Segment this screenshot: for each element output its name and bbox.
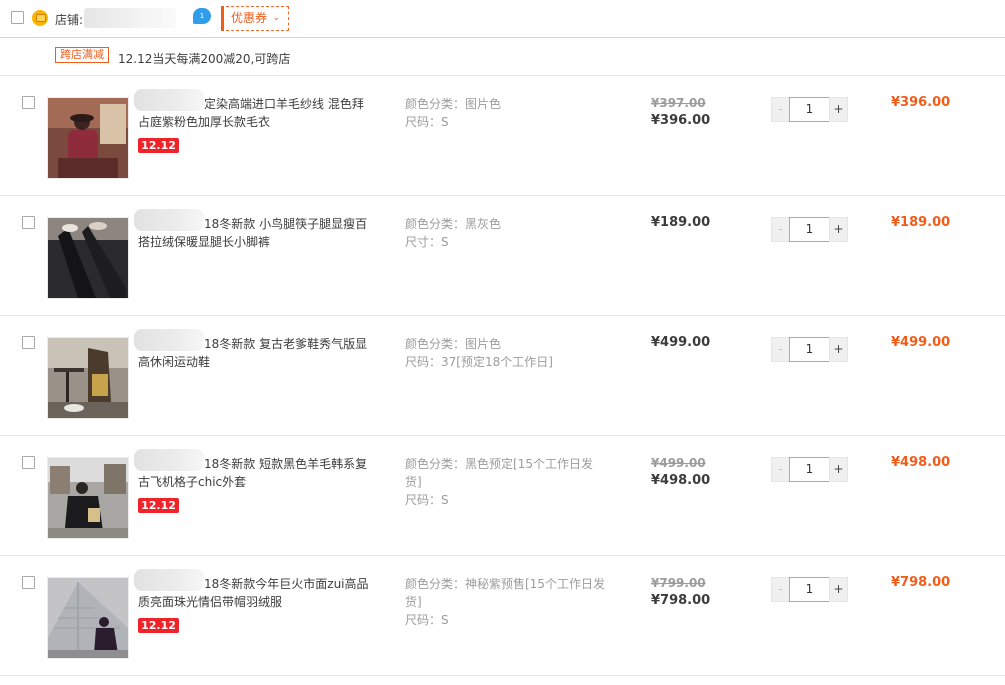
cart-item: 18冬新款今年巨火市面zui高品质亮面珠光情侣带帽羽绒服 12.12 颜色分类：… [0,556,1005,676]
product-image[interactable] [47,217,129,299]
quantity-input[interactable]: 1 [789,577,830,602]
unit-price: ¥499.00 [651,335,711,350]
quantity-stepper: - 1 + [771,217,848,242]
sku-color: 颜色分类：图片色 [405,97,502,111]
shop-icon [32,10,48,26]
product-title[interactable]: 18冬新款 小鸟腿筷子腿显瘦百搭拉绒保暖显腿长小脚裤 [138,215,370,251]
double12-badge: 12.12 [138,138,179,153]
item-checkbox[interactable] [22,96,35,109]
quantity-decrease-button[interactable]: - [771,577,790,602]
quantity-input[interactable]: 1 [789,97,830,122]
item-subtotal: ¥798.00 [891,575,951,590]
shop-name-link[interactable] [84,8,176,28]
product-title[interactable]: 定染高端进口羊毛纱线 混色拜占庭紫粉色加厚长款毛衣 [138,95,370,131]
item-subtotal: ¥499.00 [891,335,951,350]
sku-size: 尺寸：S [405,235,449,249]
shop-select-checkbox[interactable] [11,11,24,24]
quantity-input[interactable]: 1 [789,337,830,362]
quantity-increase-button[interactable]: + [829,577,848,602]
quantity-increase-button[interactable]: + [829,457,848,482]
cart-item: 18冬新款 短款黑色羊毛韩系复古飞机格子chic外套 12.12 颜色分类：黑色… [0,436,1005,556]
sku-color: 颜色分类：黑灰色 [405,217,502,231]
quantity-stepper: - 1 + [771,577,848,602]
sku-size: 尺码：37[预定18个工作日] [405,355,553,369]
unit-price: ¥798.00 [651,593,711,608]
item-checkbox[interactable] [22,216,35,229]
item-checkbox[interactable] [22,336,35,349]
unit-price: ¥189.00 [651,215,711,230]
product-sku: 颜色分类：黑色预定[15个工作日发货] 尺码：S [405,455,605,509]
sku-color: 颜色分类：图片色 [405,337,502,351]
item-subtotal: ¥396.00 [891,95,951,110]
original-price: ¥397.00 [651,96,706,110]
unit-price: ¥498.00 [651,473,711,488]
original-price: ¥499.00 [651,456,706,470]
product-image[interactable] [47,337,129,419]
chat-icon[interactable]: 1 [193,8,211,24]
product-title[interactable]: 18冬新款 短款黑色羊毛韩系复古飞机格子chic外套 [138,455,370,491]
cart-item: 18冬新款 复古老爹鞋秀气版显高休闲运动鞋 颜色分类：图片色 尺码：37[预定1… [0,316,1005,436]
coupon-label: 优惠券 [231,11,268,25]
quantity-stepper: - 1 + [771,97,848,122]
product-image[interactable] [47,97,129,179]
item-checkbox[interactable] [22,456,35,469]
coupon-button[interactable]: 优惠券 ⌄ [221,6,289,31]
item-subtotal: ¥189.00 [891,215,951,230]
double12-badge: 12.12 [138,618,179,633]
product-title[interactable]: 18冬新款今年巨火市面zui高品质亮面珠光情侣带帽羽绒服 [138,575,370,611]
product-image[interactable] [47,457,129,539]
sku-color: 颜色分类：神秘紫预售[15个工作日发货] [405,577,605,609]
product-sku: 颜色分类：图片色 尺码：S [405,95,605,131]
quantity-input[interactable]: 1 [789,457,830,482]
item-subtotal: ¥498.00 [891,455,951,470]
promo-row: 跨店满减 12.12当天每满200减20,可跨店 [0,38,1005,76]
quantity-increase-button[interactable]: + [829,217,848,242]
product-image[interactable] [47,577,129,659]
quantity-decrease-button[interactable]: - [771,457,790,482]
sku-size: 尺码：S [405,493,449,507]
shop-header: 店铺: 1 优惠券 ⌄ [0,0,1005,38]
original-price: ¥799.00 [651,576,706,590]
quantity-decrease-button[interactable]: - [771,97,790,122]
unit-price: ¥396.00 [651,113,711,128]
sku-color: 颜色分类：黑色预定[15个工作日发货] [405,457,593,489]
shop-label: 店铺: [55,13,84,27]
product-title[interactable]: 18冬新款 复古老爹鞋秀气版显高休闲运动鞋 [138,335,370,371]
cart-item: 18冬新款 小鸟腿筷子腿显瘦百搭拉绒保暖显腿长小脚裤 颜色分类：黑灰色 尺寸：S… [0,196,1005,316]
quantity-stepper: - 1 + [771,337,848,362]
promo-text: 12.12当天每满200减20,可跨店 [118,52,291,66]
product-sku: 颜色分类：神秘紫预售[15个工作日发货] 尺码：S [405,575,605,629]
product-sku: 颜色分类：图片色 尺码：37[预定18个工作日] [405,335,605,371]
double12-badge: 12.12 [138,498,179,513]
quantity-decrease-button[interactable]: - [771,217,790,242]
quantity-decrease-button[interactable]: - [771,337,790,362]
promo-tag: 跨店满减 [55,47,109,63]
quantity-increase-button[interactable]: + [829,97,848,122]
cart-item: 定染高端进口羊毛纱线 混色拜占庭紫粉色加厚长款毛衣 12.12 颜色分类：图片色… [0,76,1005,196]
quantity-input[interactable]: 1 [789,217,830,242]
product-sku: 颜色分类：黑灰色 尺寸：S [405,215,605,251]
sku-size: 尺码：S [405,115,449,129]
item-checkbox[interactable] [22,576,35,589]
quantity-stepper: - 1 + [771,457,848,482]
sku-size: 尺码：S [405,613,449,627]
quantity-increase-button[interactable]: + [829,337,848,362]
chevron-down-icon: ⌄ [272,13,280,23]
